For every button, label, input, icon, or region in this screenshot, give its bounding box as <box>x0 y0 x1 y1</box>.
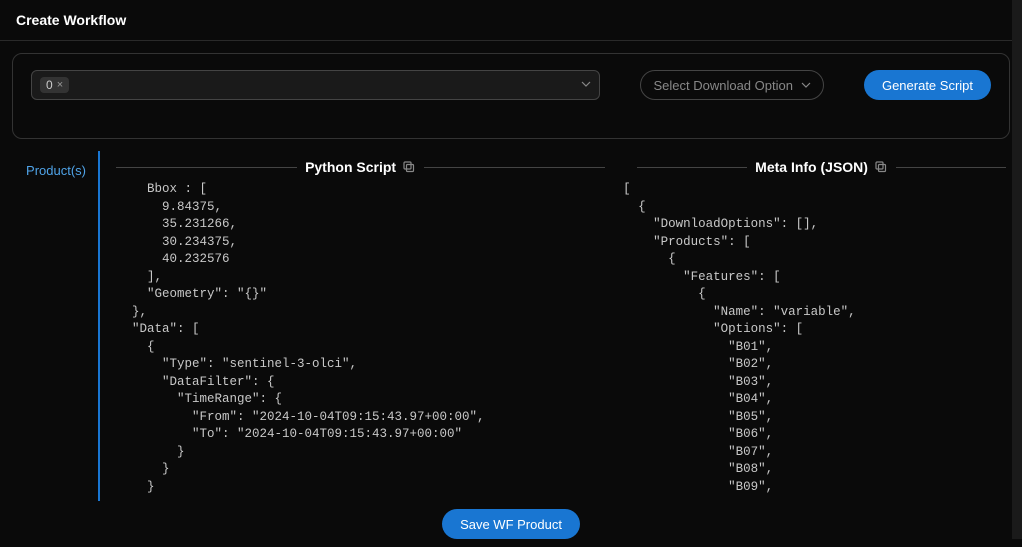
download-select-placeholder: Select Download Option <box>653 78 792 93</box>
chevron-down-icon <box>581 79 591 92</box>
divider <box>116 167 297 168</box>
copy-icon[interactable] <box>402 160 416 174</box>
sidebar-tabs: Product(s) <box>0 151 100 501</box>
python-script-panel: Python Script Bbox : [ 9.84375, 35.23126… <box>100 151 621 501</box>
meta-panel-header: Meta Info (JSON) <box>621 151 1022 181</box>
python-panel-title: Python Script <box>305 159 396 175</box>
python-code-block: Bbox : [ 9.84375, 35.231266, 30.234375, … <box>100 181 621 501</box>
python-panel-header: Python Script <box>100 151 621 181</box>
page-title: Create Workflow <box>16 12 1006 28</box>
footer: Save WF Product <box>0 501 1022 547</box>
divider <box>637 167 747 168</box>
tag-remove-icon[interactable]: × <box>57 79 63 91</box>
download-option-select[interactable]: Select Download Option <box>640 70 823 100</box>
sidebar-tab-products[interactable]: Product(s) <box>12 159 86 182</box>
tag-chip: 0 × <box>40 77 69 93</box>
tag-chip-value: 0 <box>46 78 53 92</box>
generate-script-button[interactable]: Generate Script <box>864 70 991 100</box>
meta-info-panel: Meta Info (JSON) [ { "DownloadOptions": … <box>621 151 1022 501</box>
chevron-down-icon <box>801 78 811 93</box>
save-wf-product-button[interactable]: Save WF Product <box>442 509 580 539</box>
divider <box>896 167 1006 168</box>
right-rail <box>1012 0 1022 539</box>
content-split: Python Script Bbox : [ 9.84375, 35.23126… <box>100 151 1022 501</box>
divider <box>424 167 605 168</box>
controls-row: 0 × Select Download Option Generate Scri… <box>12 53 1010 139</box>
copy-icon[interactable] <box>874 160 888 174</box>
page-header: Create Workflow <box>0 0 1022 41</box>
meta-panel-title: Meta Info (JSON) <box>755 159 868 175</box>
product-tag-select[interactable]: 0 × <box>31 70 600 100</box>
main-area: Product(s) Python Script Bbox : [ 9.8437… <box>0 151 1022 501</box>
meta-code-block: [ { "DownloadOptions": [], "Products": [… <box>621 181 1022 501</box>
